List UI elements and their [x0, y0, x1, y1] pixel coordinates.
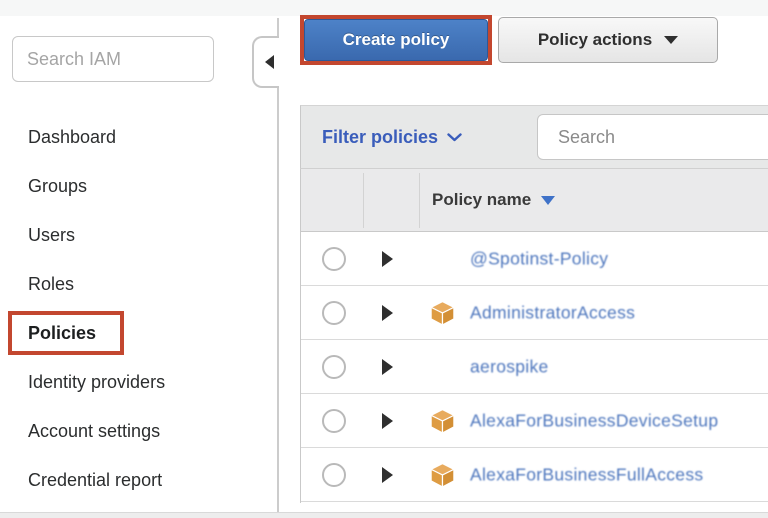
aws-managed-policy-icon: [429, 408, 456, 434]
sidebar-item-policies[interactable]: Policies: [0, 309, 250, 358]
sidebar-item-account-settings[interactable]: Account settings: [0, 407, 250, 456]
sort-desc-icon: [541, 196, 555, 205]
row-radio-button[interactable]: [322, 247, 346, 271]
policy-search-box[interactable]: [537, 114, 768, 160]
sidebar-divider: [277, 18, 279, 512]
sidebar-item-users[interactable]: Users: [0, 211, 250, 260]
aws-managed-policy-icon: [429, 462, 456, 488]
row-radio-button[interactable]: [322, 301, 346, 325]
column-rule: [363, 173, 364, 228]
table-row: AlexaForBusinessFullAccess: [301, 448, 768, 502]
row-radio-button[interactable]: [322, 355, 346, 379]
filter-policies-dropdown[interactable]: Filter policies: [322, 106, 462, 169]
row-radio-button[interactable]: [322, 463, 346, 487]
collapse-arrow-icon: [265, 55, 274, 69]
column-rule: [419, 173, 420, 228]
table-row: AlexaForBusinessDeviceSetup: [301, 394, 768, 448]
expand-row-button[interactable]: [382, 467, 393, 483]
bottom-edge: [0, 512, 768, 518]
policy-actions-label: Policy actions: [538, 30, 652, 50]
table-row: @Spotinst-Policy: [301, 232, 768, 286]
filter-policies-label: Filter policies: [322, 127, 438, 148]
expand-row-button[interactable]: [382, 251, 393, 267]
caret-down-icon: [664, 36, 678, 44]
sidebar-item-identity-providers[interactable]: Identity providers: [0, 358, 250, 407]
policy-search-input[interactable]: [558, 127, 768, 148]
policy-actions-button[interactable]: Policy actions: [498, 17, 718, 63]
sidebar-item-dashboard[interactable]: Dashboard: [0, 113, 250, 162]
create-policy-annotation-box: Create policy: [300, 15, 492, 65]
sidebar-item-credential-report[interactable]: Credential report: [0, 456, 250, 505]
table-row: aerospike: [301, 340, 768, 394]
sidebar-item-roles[interactable]: Roles: [0, 260, 250, 309]
chevron-down-icon: [447, 133, 462, 142]
sidebar-search-input[interactable]: [12, 36, 214, 82]
aws-managed-policy-icon: [429, 300, 456, 326]
expand-row-button[interactable]: [382, 305, 393, 321]
policy-name-header-label: Policy name: [432, 190, 531, 210]
policy-name-link[interactable]: @Spotinst-Policy: [470, 248, 608, 269]
create-policy-button[interactable]: Create policy: [304, 19, 488, 61]
row-radio-button[interactable]: [322, 409, 346, 433]
policy-name-link[interactable]: AlexaForBusinessDeviceSetup: [470, 410, 718, 431]
expand-row-button[interactable]: [382, 359, 393, 375]
iam-console-page: Dashboard Groups Users Roles Policies Id…: [0, 0, 768, 518]
expand-row-button[interactable]: [382, 413, 393, 429]
table-header: Policy name: [300, 168, 768, 232]
filter-bar: Filter policies: [300, 105, 768, 168]
collapse-sidebar-button[interactable]: [252, 36, 279, 88]
sidebar-nav: Dashboard Groups Users Roles Policies Id…: [0, 113, 250, 505]
policy-table-body: @Spotinst-Policy AdministratorAccess aer…: [300, 232, 768, 503]
policy-name-link[interactable]: AdministratorAccess: [470, 302, 635, 323]
policy-name-link[interactable]: aerospike: [470, 356, 549, 377]
top-edge: [0, 0, 768, 16]
column-header-policy-name[interactable]: Policy name: [432, 169, 555, 231]
policy-name-link[interactable]: AlexaForBusinessFullAccess: [470, 464, 703, 485]
table-row: AdministratorAccess: [301, 286, 768, 340]
sidebar-item-groups[interactable]: Groups: [0, 162, 250, 211]
